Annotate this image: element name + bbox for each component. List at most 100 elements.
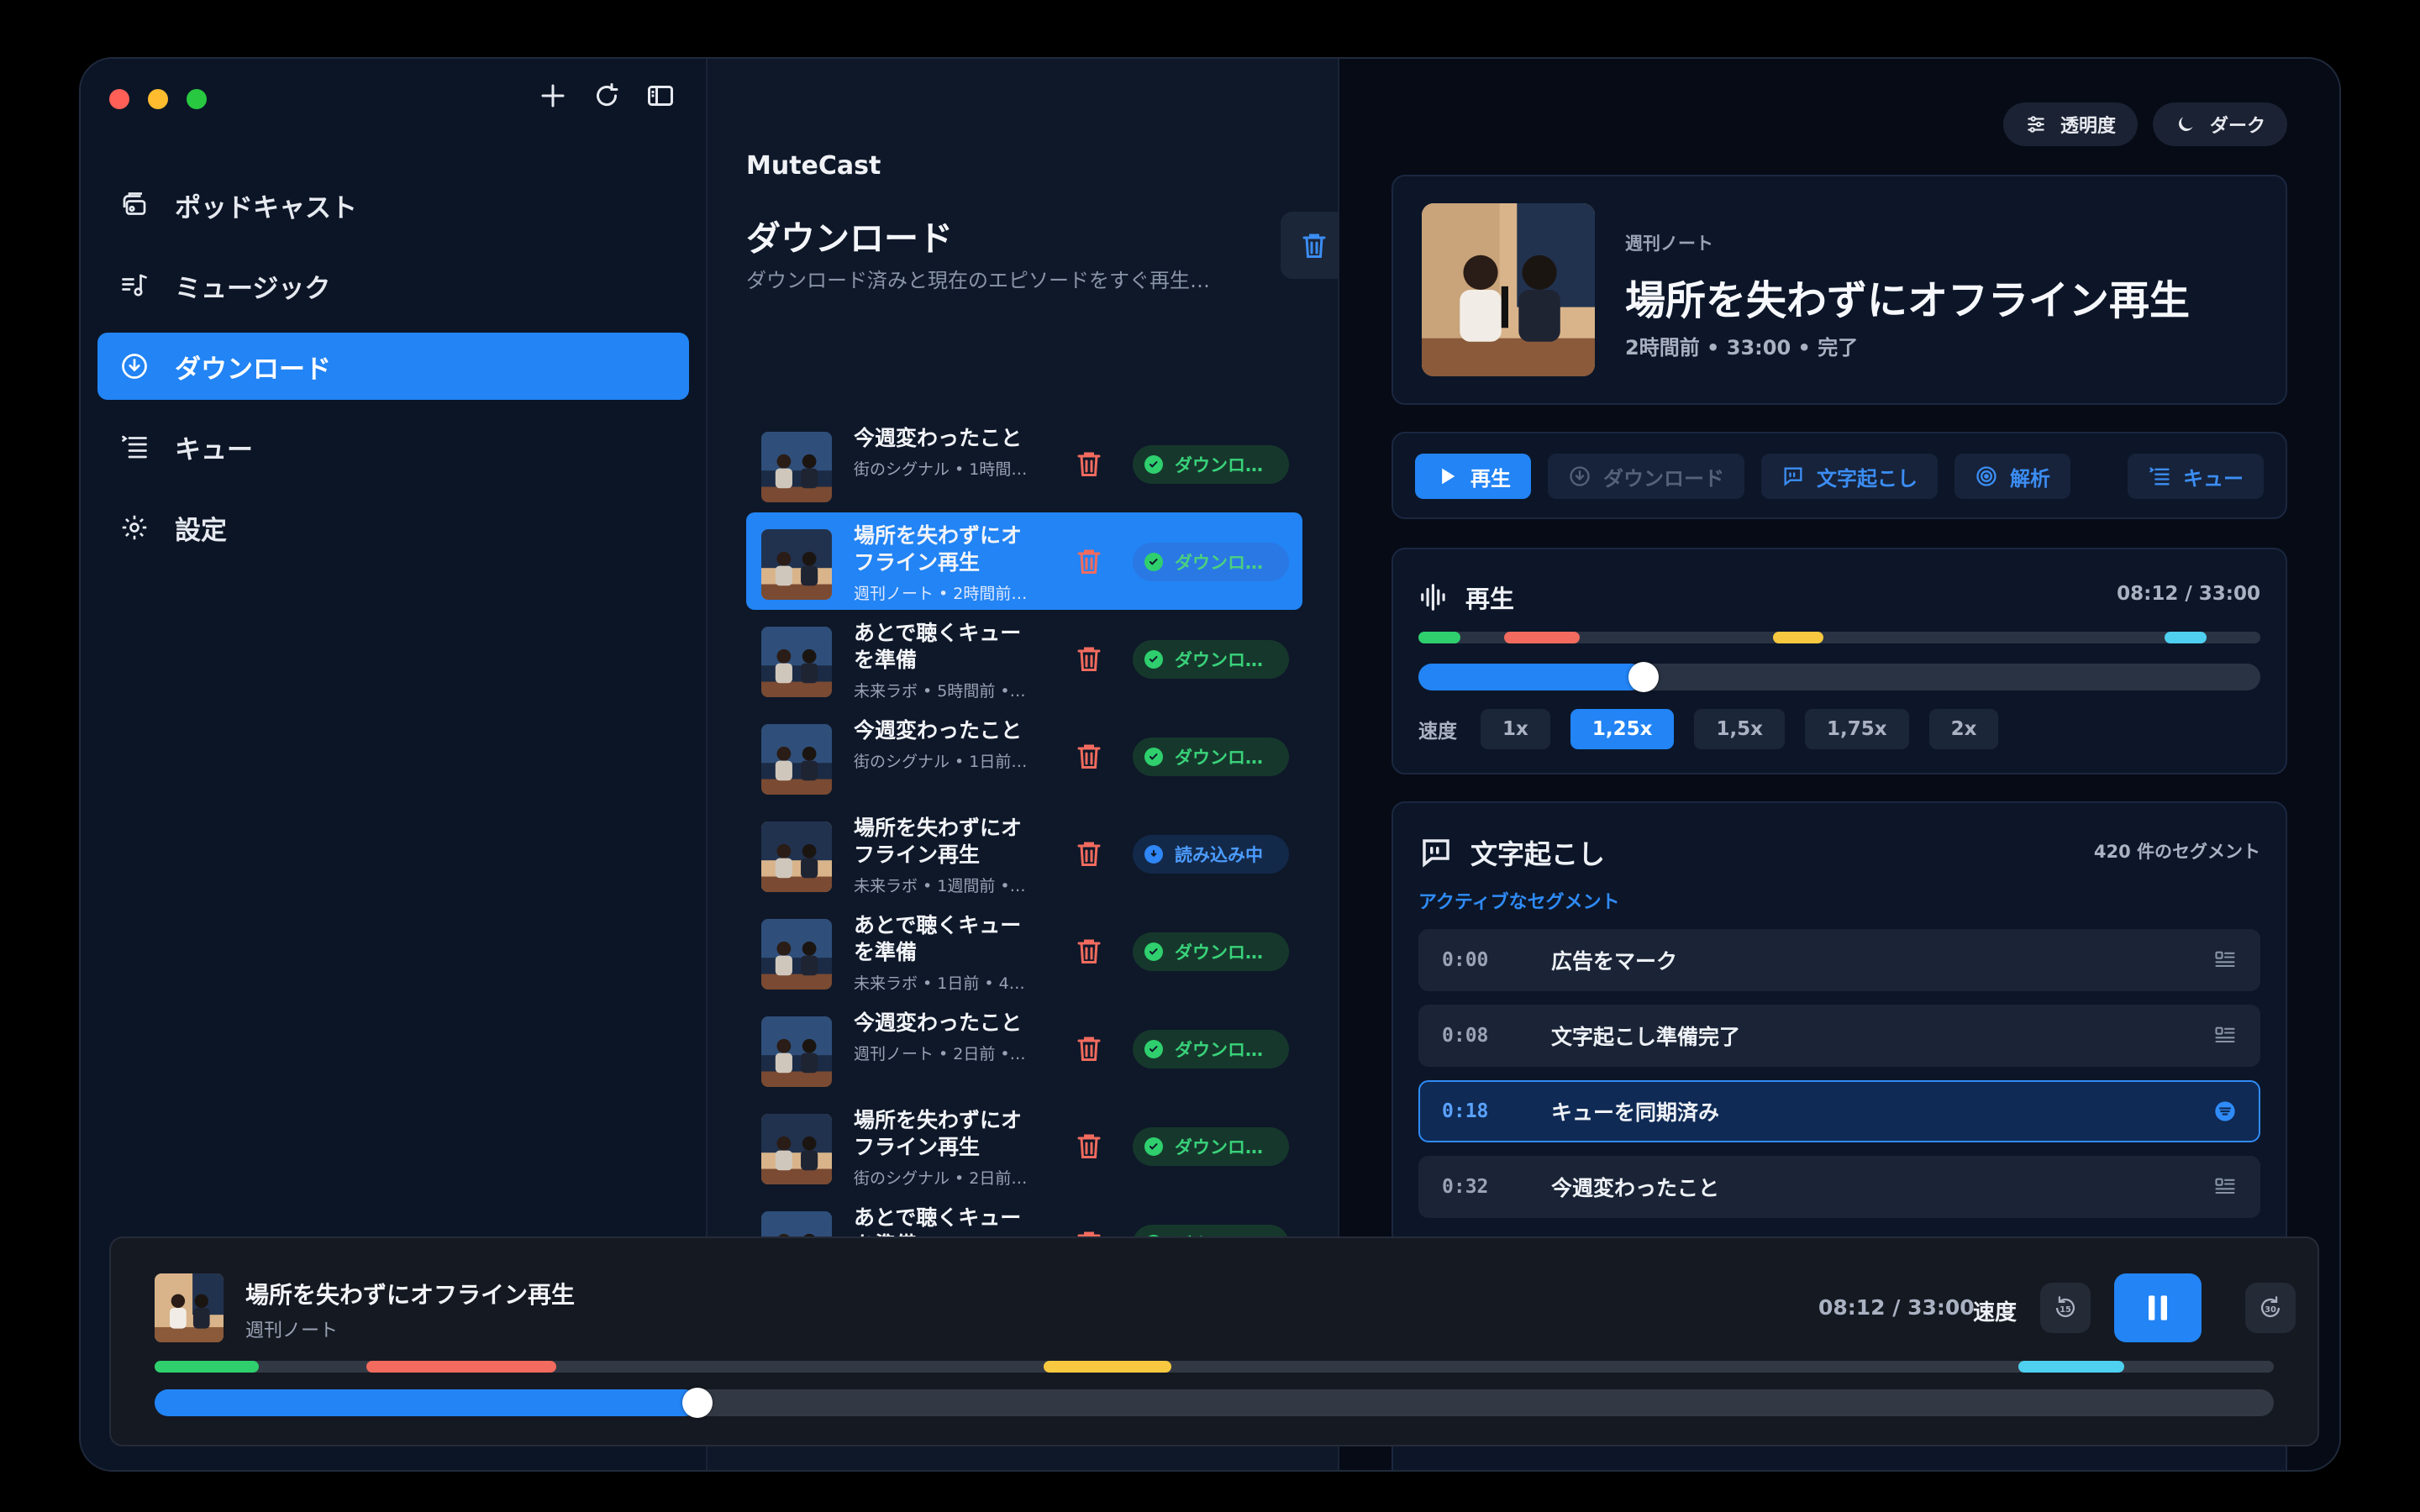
segment-time: 0:08 — [1442, 1025, 1489, 1047]
scrubber-knob[interactable] — [682, 1388, 713, 1418]
status-label: ダウンロ… — [1175, 748, 1263, 768]
check-icon — [1144, 1040, 1163, 1058]
download-row-selected[interactable]: 場所を失わずにオフライン再生 週刊ノート • 2時間前… ダウンロ… — [746, 512, 1302, 610]
segment-text: 文字起こし準備完了 — [1551, 1025, 1741, 1049]
segment-text: キューを同期済み — [1551, 1100, 1720, 1125]
moon-icon — [2179, 117, 2193, 131]
download-row[interactable]: 今週変わったこと 街のシグナル • 1時間… ダウンロ… — [746, 415, 1302, 512]
segment-row[interactable]: 0:00 広告をマーク — [1418, 929, 2260, 991]
scrubber-knob[interactable] — [1628, 662, 1659, 692]
row-meta: 未来ラボ • 5時間前 •… — [854, 682, 1026, 701]
sidebar-item-music[interactable]: ミュージック — [97, 252, 689, 319]
sidebar-item-queue[interactable]: キュー — [97, 413, 689, 480]
episode-meta: 2時間前 • 33:00 • 完了 — [1625, 336, 1859, 360]
refresh-icon[interactable] — [592, 81, 622, 111]
close-window-button[interactable] — [109, 89, 129, 109]
speed-option[interactable]: 1,75x — [1805, 709, 1909, 749]
episode-thumbnail — [761, 1016, 832, 1087]
marker-red — [366, 1361, 556, 1373]
minimize-window-button[interactable] — [148, 89, 168, 109]
download-row[interactable]: 今週変わったこと 週刊ノート • 2日前 •… ダウンロ… — [746, 1000, 1302, 1097]
mini-chapter-markers[interactable] — [155, 1361, 2274, 1373]
sidebar-item-downloads[interactable]: ダウンロード — [97, 333, 689, 400]
chapter-markers[interactable] — [1418, 632, 2260, 643]
speed-option[interactable]: 1,5x — [1694, 709, 1786, 749]
segment-row[interactable]: 0:08 文字起こし準備完了 — [1418, 1005, 2260, 1067]
status-label: ダウンロ… — [1175, 455, 1263, 475]
segment-row[interactable]: 0:32 今週変わったこと — [1418, 1156, 2260, 1218]
theme-button[interactable]: ダーク — [2152, 102, 2287, 146]
zoom-window-button[interactable] — [187, 89, 207, 109]
mini-player-scrubber[interactable] — [155, 1388, 2274, 1418]
sidebar-nav: ポッドキャスト ミュージック ダウンロード キュー 設定 — [97, 171, 689, 575]
speed-option[interactable]: 1x — [1481, 709, 1550, 749]
playback-scrubber[interactable] — [1418, 662, 2260, 692]
row-meta: 街のシグナル • 1時間… — [854, 460, 1028, 479]
download-row[interactable]: 場所を失わずにオフライン再生 街のシグナル • 2日前… ダウンロ… — [746, 1097, 1302, 1194]
list-detail-icon[interactable] — [2213, 948, 2237, 972]
segment-time: 0:00 — [1442, 949, 1489, 971]
trash-icon[interactable] — [1074, 1033, 1104, 1063]
check-icon — [1144, 650, 1163, 669]
status-badge: 読み込み中 — [1133, 835, 1289, 874]
trash-icon[interactable] — [1074, 546, 1104, 576]
transcript-icon — [1784, 467, 1802, 486]
episode-thumbnail — [761, 1114, 832, 1184]
sidebar-toggle-icon[interactable] — [645, 81, 676, 111]
marker-green — [1418, 632, 1460, 643]
skip-back-button[interactable]: 15 — [2040, 1283, 2091, 1333]
queue-icon — [2149, 467, 2170, 486]
segment-list: 0:00 広告をマーク 0:08 文字起こし準備完了 0:18 キューを同期済み… — [1418, 929, 2260, 1231]
active-segment-link[interactable]: アクティブなセグメント — [1418, 887, 1620, 914]
download-button[interactable]: ダウンロード — [1548, 454, 1744, 499]
download-row[interactable]: 場所を失わずにオフライン再生 未来ラボ • 1週間前 •… 読み込み中 — [746, 805, 1302, 902]
row-meta: 街のシグナル • 1日前… — [854, 753, 1028, 771]
skip-forward-button[interactable]: 30 — [2245, 1283, 2296, 1333]
list-detail-icon[interactable] — [2213, 1024, 2237, 1047]
segment-row-active[interactable]: 0:18 キューを同期済み — [1418, 1080, 2260, 1142]
sidebar-item-settings[interactable]: 設定 — [97, 494, 689, 561]
theme-label: ダーク — [2209, 116, 2265, 137]
delete-all-button[interactable] — [1281, 212, 1348, 279]
row-meta: 週刊ノート • 2時間前… — [854, 585, 1028, 603]
top-toolbar: 透明度 ダーク — [2002, 102, 2287, 146]
pause-button[interactable] — [2114, 1273, 2202, 1342]
check-icon — [1144, 1137, 1163, 1156]
transparency-button[interactable]: 透明度 — [2002, 102, 2138, 146]
speed-option-active[interactable]: 1,25x — [1570, 709, 1675, 749]
trash-icon[interactable] — [1074, 936, 1104, 966]
download-label: ダウンロード — [1603, 466, 1724, 491]
now-playing-icon[interactable] — [2213, 1100, 2237, 1123]
trash-icon[interactable] — [1074, 449, 1104, 479]
row-title: 今週変わったこと — [854, 1011, 1023, 1035]
download-row[interactable]: 今週変わったこと 街のシグナル • 1日前… ダウンロ… — [746, 707, 1302, 805]
row-title: あとで聴くキューを準備 — [854, 621, 1022, 672]
download-row[interactable]: あとで聴くキューを準備 未来ラボ • 1日前 • 4… ダウンロ… — [746, 902, 1302, 1000]
download-row[interactable]: あとで聴くキューを準備 未来ラボ • 5時間前 •… ダウンロ… — [746, 610, 1302, 707]
sidebar-item-label: キュー — [175, 434, 253, 465]
check-icon — [1144, 748, 1163, 766]
trash-icon[interactable] — [1074, 741, 1104, 771]
sidebar-item-podcasts[interactable]: ポッドキャスト — [97, 171, 689, 239]
trash-icon — [1302, 234, 1326, 258]
play-button[interactable]: 再生 — [1415, 454, 1531, 499]
trash-icon[interactable] — [1074, 1131, 1104, 1161]
transcribe-button[interactable]: 文字起こし — [1761, 454, 1938, 499]
mini-player-speed-button[interactable]: 速度 — [1973, 1295, 2017, 1326]
row-title: 場所を失わずにオフライン再生 — [854, 816, 1023, 867]
analyze-button[interactable]: 解析 — [1954, 454, 2070, 499]
trash-icon[interactable] — [1074, 643, 1104, 674]
list-detail-icon[interactable] — [2213, 1175, 2237, 1199]
queue-button[interactable]: キュー — [2128, 454, 2264, 499]
trash-icon[interactable] — [1074, 838, 1104, 869]
status-badge: ダウンロ… — [1133, 445, 1289, 484]
playback-time: 08:12 / 33:00 — [2117, 583, 2260, 605]
episode-thumbnail — [761, 822, 832, 892]
speed-option[interactable]: 2x — [1928, 709, 1999, 749]
plus-icon[interactable] — [538, 81, 568, 111]
status-label: 読み込み中 — [1175, 845, 1263, 865]
speed-selector: 速度 1x 1,25x 1,5x 1,75x 2x — [1418, 709, 1999, 749]
segment-time: 0:32 — [1442, 1176, 1489, 1198]
episode-actions-card: 再生 ダウンロード 文字起こし 解析 キュー — [1392, 432, 2287, 519]
episode-thumbnail — [761, 529, 832, 600]
